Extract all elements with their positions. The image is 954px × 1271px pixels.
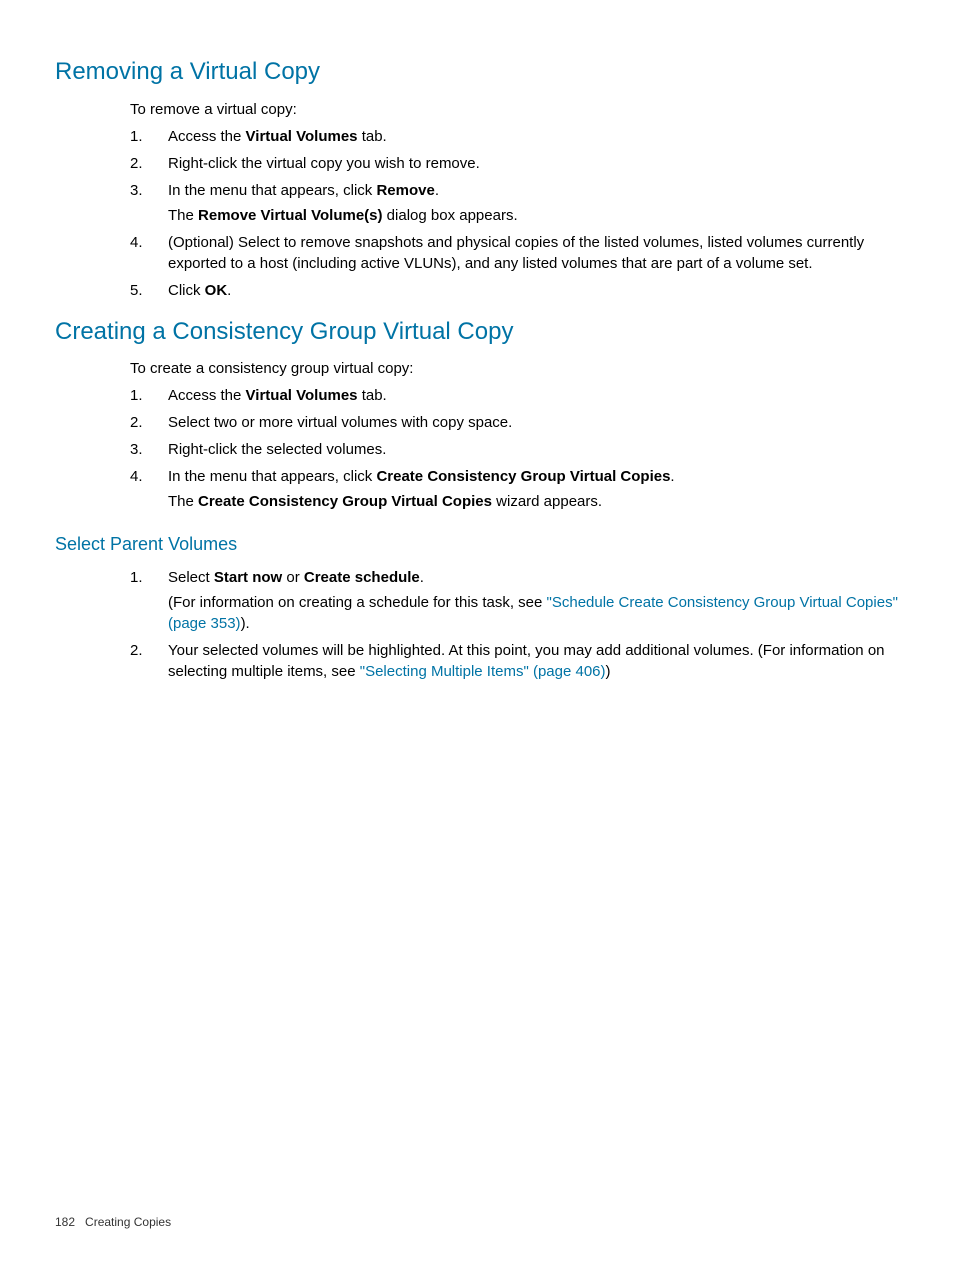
list-item: Right-click the selected volumes. (130, 439, 899, 460)
list-text: . (435, 182, 439, 199)
sub-line: The Create Consistency Group Virtual Cop… (168, 491, 899, 512)
list-item: Access the Virtual Volumes tab. (130, 385, 899, 406)
bold-term: Create schedule (304, 569, 420, 586)
list-text: tab. (358, 128, 387, 145)
section-heading-creating-consistency-group: Creating a Consistency Group Virtual Cop… (55, 315, 899, 349)
ordered-list: Access the Virtual Volumes tab. Right-cl… (130, 126, 899, 301)
sub-line: The Remove Virtual Volume(s) dialog box … (168, 205, 899, 226)
list-text: (For information on creating a schedule … (168, 594, 547, 611)
list-text: Access the (168, 387, 246, 404)
bold-term: OK (205, 282, 228, 299)
bold-term: Remove Virtual Volume(s) (198, 207, 383, 224)
list-text: In the menu that appears, click (168, 182, 376, 199)
list-text: dialog box appears. (383, 207, 518, 224)
list-item: Click OK. (130, 280, 899, 301)
list-text: The (168, 493, 198, 510)
sub-line: (For information on creating a schedule … (168, 592, 899, 634)
ordered-list: Select Start now or Create schedule. (Fo… (130, 567, 899, 682)
list-text: Select two or more virtual volumes with … (168, 414, 512, 431)
list-item: Right-click the virtual copy you wish to… (130, 153, 899, 174)
list-text: tab. (358, 387, 387, 404)
list-text: Right-click the virtual copy you wish to… (168, 155, 480, 172)
list-item: Select two or more virtual volumes with … (130, 412, 899, 433)
bold-term: Create Consistency Group Virtual Copies (198, 493, 492, 510)
subsection-heading-select-parent-volumes: Select Parent Volumes (55, 532, 899, 557)
list-text: Access the (168, 128, 246, 145)
intro-text: To create a consistency group virtual co… (130, 358, 899, 379)
list-text: The (168, 207, 198, 224)
list-text: Click (168, 282, 205, 299)
list-item: Your selected volumes will be highlighte… (130, 640, 899, 682)
list-text: wizard appears. (492, 493, 602, 510)
ordered-list: Access the Virtual Volumes tab. Select t… (130, 385, 899, 512)
chapter-title: Creating Copies (85, 1215, 171, 1229)
list-item: (Optional) Select to remove snapshots an… (130, 232, 899, 274)
intro-text: To remove a virtual copy: (130, 99, 899, 120)
cross-reference-link[interactable]: "Selecting Multiple Items" (page 406) (360, 663, 606, 680)
list-item: Access the Virtual Volumes tab. (130, 126, 899, 147)
bold-term: Create Consistency Group Virtual Copies (376, 468, 670, 485)
page-number: 182 (55, 1215, 75, 1229)
list-text: (Optional) Select to remove snapshots an… (168, 234, 864, 272)
list-text: ) (606, 663, 611, 680)
list-item: In the menu that appears, click Remove. … (130, 180, 899, 226)
bold-term: Start now (214, 569, 282, 586)
list-item: In the menu that appears, click Create C… (130, 466, 899, 512)
page-footer: 182 Creating Copies (55, 1214, 171, 1231)
list-text: . (670, 468, 674, 485)
list-text: In the menu that appears, click (168, 468, 376, 485)
list-text: ). (241, 615, 250, 632)
bold-term: Virtual Volumes (246, 387, 358, 404)
list-item: Select Start now or Create schedule. (Fo… (130, 567, 899, 634)
bold-term: Virtual Volumes (246, 128, 358, 145)
list-text: Select (168, 569, 214, 586)
list-text: or (282, 569, 304, 586)
section-heading-removing-virtual-copy: Removing a Virtual Copy (55, 55, 899, 89)
bold-term: Remove (376, 182, 434, 199)
list-text: Right-click the selected volumes. (168, 441, 386, 458)
list-text: . (227, 282, 231, 299)
list-text: . (420, 569, 424, 586)
